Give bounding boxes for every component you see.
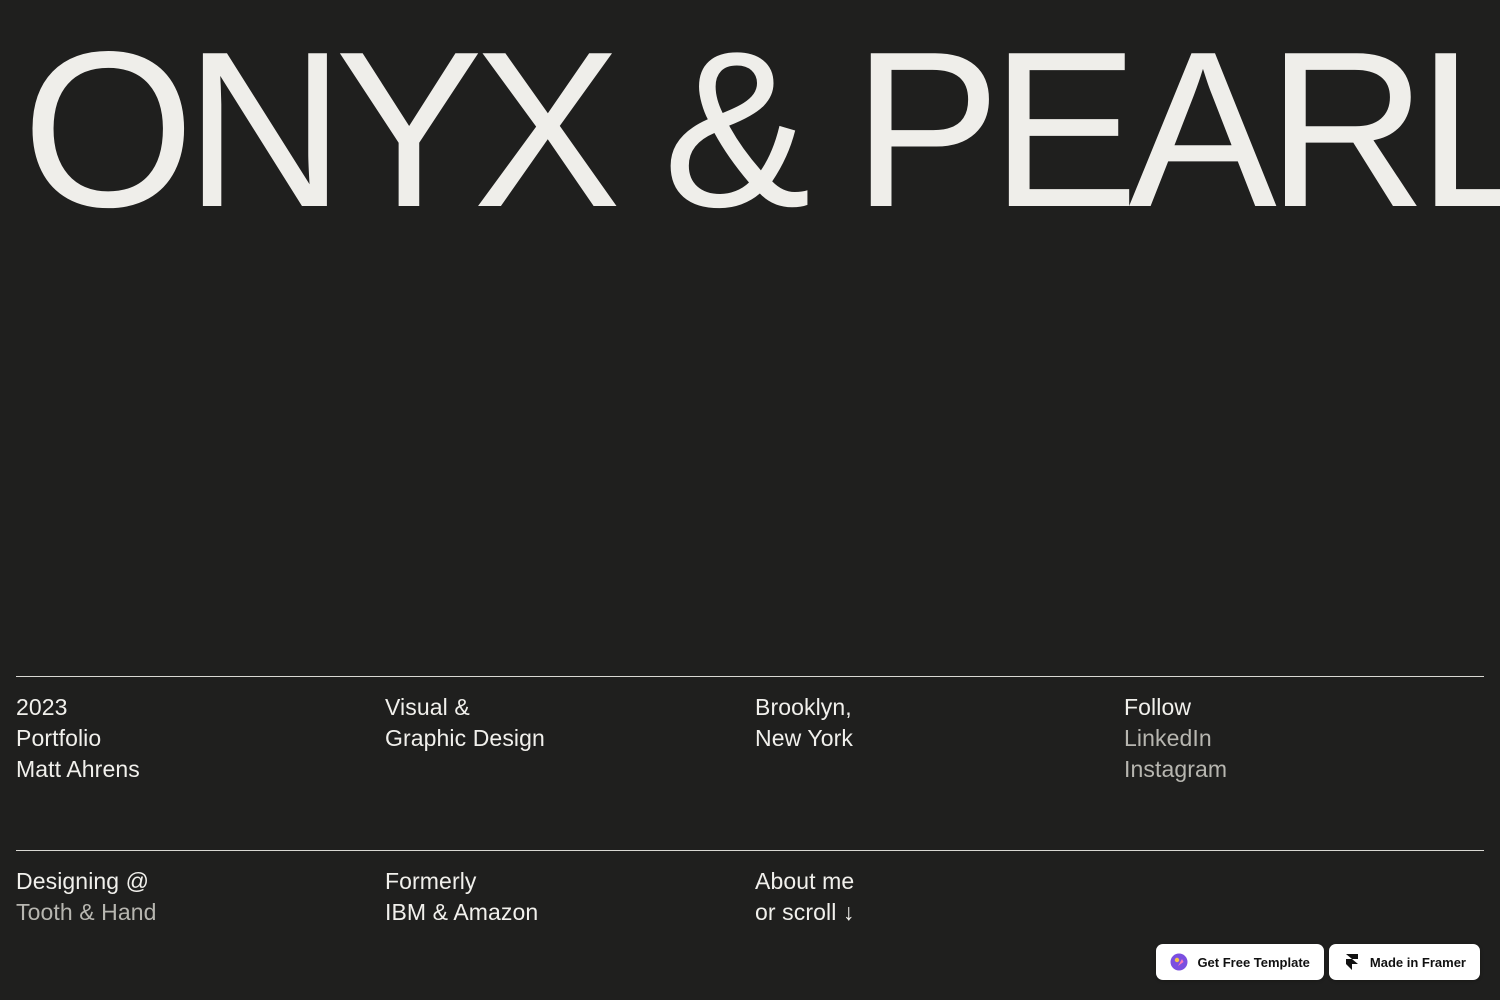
designing-at-label: Designing @ — [16, 868, 150, 894]
framer-badges: Get Free Template Made in Framer — [1156, 944, 1480, 980]
about-me-link[interactable]: About me — [755, 866, 855, 897]
info-column-year: 2023 Portfolio Matt Ahrens — [16, 692, 140, 785]
info-column-social: Follow LinkedIn Instagram — [1124, 692, 1227, 785]
discipline-line-1: Visual & — [385, 694, 470, 720]
hero-title: ONYX & PEARL — [22, 6, 1500, 254]
year-text: 2023 — [16, 694, 68, 720]
hero: ONYX & PEARL — [0, 0, 1500, 260]
instagram-link[interactable]: Instagram — [1124, 754, 1227, 785]
framer-logo-icon — [1343, 953, 1361, 971]
linkedin-link[interactable]: LinkedIn — [1124, 723, 1227, 754]
divider-bottom — [16, 850, 1484, 851]
formerly-label: Formerly — [385, 868, 477, 894]
detail-column-former: Formerly IBM & Amazon — [385, 866, 538, 928]
discipline-line-2: Graphic Design — [385, 725, 545, 751]
designer-name: Matt Ahrens — [16, 756, 140, 782]
template-logo-icon — [1170, 953, 1188, 971]
tooth-and-hand-link[interactable]: Tooth & Hand — [16, 897, 157, 928]
divider-top — [16, 676, 1484, 677]
detail-column-about: About me or scroll ↓ — [755, 866, 855, 928]
get-free-template-label: Get Free Template — [1197, 954, 1310, 970]
former-companies: IBM & Amazon — [385, 899, 539, 925]
scroll-hint: or scroll ↓ — [755, 899, 855, 925]
location-line-1: Brooklyn, — [755, 694, 852, 720]
get-free-template-button[interactable]: Get Free Template — [1156, 944, 1324, 980]
made-in-framer-label: Made in Framer — [1369, 954, 1466, 970]
made-in-framer-button[interactable]: Made in Framer — [1328, 944, 1480, 980]
portfolio-text: Portfolio — [16, 725, 102, 751]
info-column-discipline: Visual & Graphic Design — [385, 692, 545, 754]
detail-column-current: Designing @ Tooth & Hand — [16, 866, 157, 928]
location-line-2: New York — [755, 725, 853, 751]
info-column-location: Brooklyn, New York — [755, 692, 853, 754]
follow-heading: Follow — [1124, 694, 1192, 720]
